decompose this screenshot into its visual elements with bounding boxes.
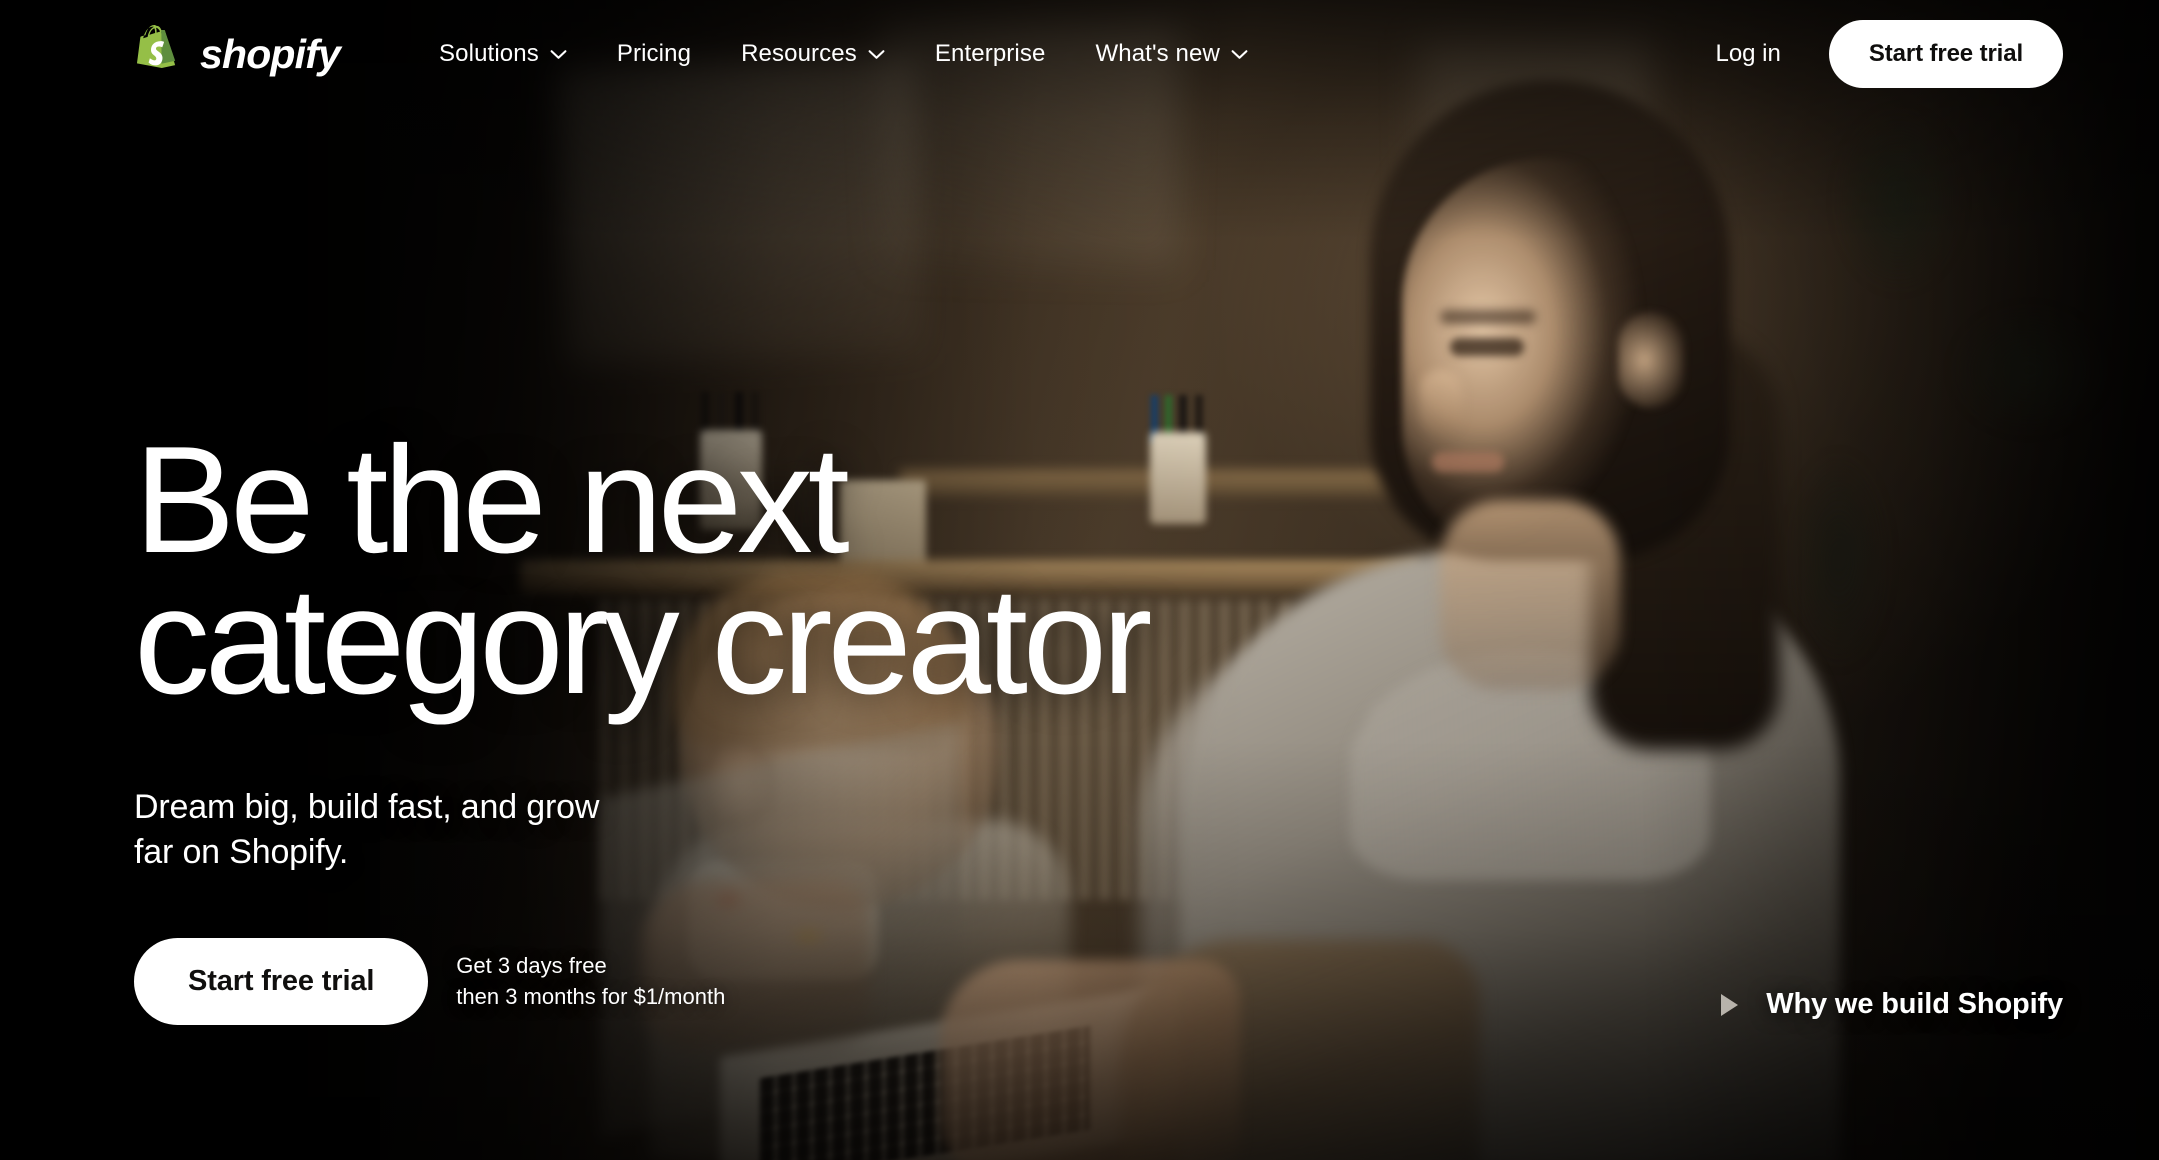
hero-subheadline: Dream big, build fast, and grow far on S… <box>134 785 654 876</box>
header-actions: Log in Start free trial <box>1687 20 2063 88</box>
shopify-bag-icon <box>134 25 186 83</box>
login-link[interactable]: Log in <box>1687 30 1808 78</box>
hero-copy: Be the next category creator Dream big, … <box>134 415 1334 1025</box>
subheadline-line-2: far on Shopify. <box>134 833 349 872</box>
nav-item-label: Pricing <box>616 40 692 67</box>
site-header: shopify Solutions Pricing Resources Ente… <box>0 0 2159 108</box>
hero-headline: Be the next category creator <box>134 415 1334 727</box>
trial-note-line-2: then 3 months for $1/month <box>456 984 726 1010</box>
nav-item-label: Enterprise <box>934 40 1046 67</box>
nav-item-label: What's new <box>1095 40 1220 67</box>
nav-item-enterprise[interactable]: Enterprise <box>910 30 1071 78</box>
nav-item-whats-new[interactable]: What's new <box>1070 30 1273 78</box>
header-start-free-trial-button[interactable]: Start free trial <box>1828 20 2063 88</box>
nav-item-solutions[interactable]: Solutions <box>414 30 592 78</box>
headline-line-2: category creator <box>134 556 1152 727</box>
shopify-wordmark: shopify <box>200 30 341 77</box>
play-triangle-icon <box>1721 993 1739 1016</box>
nav-item-label: Resources <box>741 40 857 67</box>
subheadline-line-1: Dream big, build fast, and grow <box>134 787 600 826</box>
nav-item-label: Solutions <box>439 40 539 67</box>
hero-start-free-trial-button[interactable]: Start free trial <box>134 937 429 1025</box>
primary-nav: Solutions Pricing Resources Enterprise W… <box>414 30 1687 78</box>
headline-line-1: Be the next <box>134 415 850 585</box>
chevron-down-icon <box>868 49 885 60</box>
video-link-label: Why we build Shopify <box>1766 988 2063 1020</box>
trial-note-line-1: Get 3 days free <box>456 952 607 978</box>
nav-item-resources[interactable]: Resources <box>716 30 910 78</box>
shopify-logo[interactable]: shopify <box>134 25 341 83</box>
chevron-down-icon <box>550 49 567 60</box>
chevron-down-icon <box>1231 49 1248 60</box>
hero-cta-row: Start free trial Get 3 days free then 3 … <box>134 937 1334 1025</box>
why-we-build-shopify-video-link[interactable]: Why we build Shopify <box>1721 988 2063 1021</box>
hero-section: shopify Solutions Pricing Resources Ente… <box>0 0 2159 1160</box>
nav-item-pricing[interactable]: Pricing <box>592 30 716 78</box>
trial-offer-note: Get 3 days free then 3 months for $1/mon… <box>456 950 725 1013</box>
